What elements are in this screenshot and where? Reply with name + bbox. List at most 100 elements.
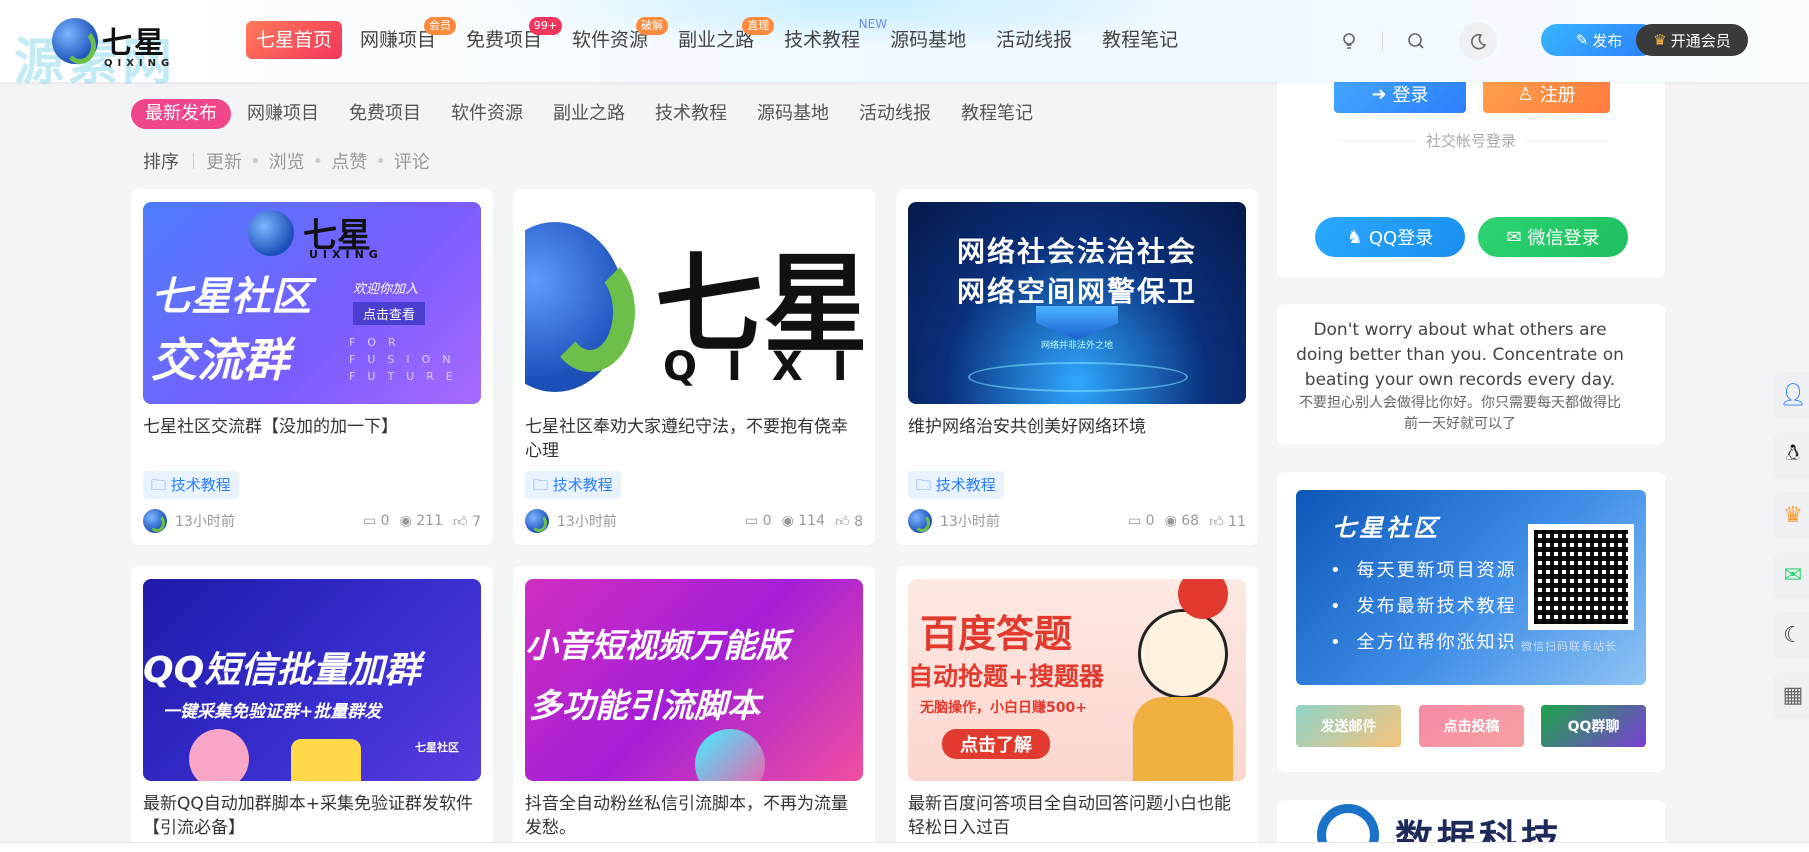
qq-login-button[interactable]: ♞ QQ登录 <box>1315 217 1465 257</box>
header-tools <box>1332 22 1497 60</box>
post-thumbnail[interactable]: QQ短信批量加群 一键采集免验证群+批量群发 七星社区 <box>143 579 481 781</box>
avatar[interactable] <box>525 509 549 533</box>
thumb-line2: 自动抢题+搜题器 <box>908 662 1104 691</box>
post-thumbnail[interactable]: 百度答题 自动抢题+搜题器 无脑操作，小白日赚500+ 点击了解 <box>908 579 1246 781</box>
banner-item: 每天更新项目资源 <box>1330 556 1517 582</box>
post-card[interactable]: QQ短信批量加群 一键采集免验证群+批量群发 七星社区 最新QQ自动加群脚本+采… <box>131 566 493 852</box>
nav-item-wangzhuan[interactable]: 网赚项目 会员 <box>348 17 457 59</box>
site-logo[interactable]: 源素网 七星 QIXING <box>14 14 284 91</box>
sort-bar: 排序 更新 • 浏览 • 点赞 • 评论 <box>143 148 430 174</box>
community-banner[interactable]: 七星社区 每天更新项目资源 发布最新技术教程 全方位帮你涨知识 微信扫码联系站长 <box>1296 490 1646 685</box>
tab-latest[interactable]: 最新发布 <box>131 99 231 129</box>
tab-activity[interactable]: 活动线报 <box>859 99 931 129</box>
post-time: 13小时前 <box>557 514 617 530</box>
post-thumbnail[interactable]: 小音短视频万能版 多功能引流脚本 <box>525 579 863 781</box>
post-tag[interactable]: 🗀 技术教程 <box>908 471 1004 499</box>
nav-item-tutorial[interactable]: 技术教程 NEW <box>772 17 887 59</box>
logo-brand: 七星 <box>102 26 166 61</box>
nav-label: 教程笔记 <box>1102 29 1179 51</box>
post-title[interactable]: 维护网络治安共创美好网络环境 <box>908 415 1246 439</box>
post-meta: 13小时前 ▭ 0 ◉ 68 👍︎ 11 <box>908 508 1246 534</box>
quote-english: Don't worry about what others are doing … <box>1296 320 1624 390</box>
qq-group-button[interactable]: QQ群聊 <box>1541 705 1646 747</box>
qr-code <box>1528 524 1634 630</box>
post-title[interactable]: 七星社区交流群【没加的加一下】 <box>143 415 481 439</box>
shield-icon <box>1036 306 1118 340</box>
nav-item-home[interactable]: 七星首页 <box>246 21 343 59</box>
crown-icon[interactable]: ♛ <box>1773 492 1809 538</box>
moon-icon[interactable]: ☾ <box>1773 612 1809 658</box>
post-tag-label: 技术教程 <box>552 476 613 494</box>
thumb-line1: 七星社区 <box>151 274 311 320</box>
eye-icon: ◉ <box>399 512 412 529</box>
nav-badge: 99+ <box>528 17 563 35</box>
register-label: 注册 <box>1539 85 1576 106</box>
sort-likes[interactable]: 点赞 <box>331 148 367 174</box>
tab-free[interactable]: 免费项目 <box>349 99 421 129</box>
post-tag[interactable]: 🗀 技术教程 <box>525 471 621 499</box>
nav-item-free[interactable]: 免费项目 99+ <box>454 17 563 59</box>
tab-notes[interactable]: 教程笔记 <box>961 99 1033 129</box>
user-icon[interactable]: 👤︎ <box>1773 372 1809 418</box>
moon-icon[interactable] <box>1459 22 1497 60</box>
bulb-icon[interactable] <box>1332 24 1366 58</box>
sort-comments[interactable]: 评论 <box>394 148 430 174</box>
login-icon: ➜ <box>1371 83 1387 105</box>
banner-item: 全方位帮你涨知识 <box>1330 628 1517 654</box>
pencil-icon: ✎ <box>1575 31 1589 49</box>
send-email-button[interactable]: 发送邮件 <box>1296 705 1401 747</box>
tab-tutorial[interactable]: 技术教程 <box>655 99 727 129</box>
nav-item-software[interactable]: 软件资源 破解 <box>560 17 669 59</box>
post-card[interactable]: 百度答题 自动抢题+搜题器 无脑操作，小白日赚500+ 点击了解 最新百度问答项… <box>896 566 1258 852</box>
folder-icon: 🗀 <box>916 476 932 494</box>
post-title[interactable]: 七星社区奉劝大家遵纪守法，不要抱有侥幸心理 <box>525 415 863 463</box>
post-title[interactable]: 抖音全自动粉丝私信引流脚本，不再为流量发愁。 <box>525 792 863 840</box>
nav-item-activity[interactable]: 活动线报 <box>984 21 1084 59</box>
search-icon[interactable] <box>1399 24 1433 58</box>
post-title[interactable]: 最新百度问答项目全自动回答问题小白也能轻松日入过百 <box>908 792 1246 840</box>
view-count: ◉ 211 <box>399 512 443 529</box>
like-count: 👍︎ 8 <box>834 513 863 530</box>
nav-item-source[interactable]: 源码基地 <box>878 21 978 59</box>
folder-icon: 🗀 <box>533 476 549 494</box>
login-label: 登录 <box>1392 85 1429 106</box>
nav-label: 技术教程 <box>784 29 861 51</box>
sort-views[interactable]: 浏览 <box>269 148 305 174</box>
nav-label: 副业之路 <box>678 29 755 51</box>
post-thumbnail[interactable]: 七星 QIXI <box>525 202 863 404</box>
post-card[interactable]: 小音短视频万能版 多功能引流脚本 抖音全自动粉丝私信引流脚本，不再为流量发愁。 <box>513 566 875 852</box>
nav-item-sideline[interactable]: 副业之路 直理 <box>666 17 775 59</box>
post-tag-label: 技术教程 <box>170 476 231 494</box>
thumb-brand: 七星社区 <box>415 741 459 754</box>
eye-icon: ◉ <box>1164 512 1177 529</box>
post-card[interactable]: 七星 UIXING 七星社区 交流群 欢迎你加入 点击查看 FOR FUSION… <box>131 189 493 545</box>
post-card[interactable]: 网络社会法治社会 网络空间网警保卫 网络并非法外之地 维护网络治安共创美好网络环… <box>896 189 1258 545</box>
logo-swoosh <box>545 252 635 372</box>
tab-sideline[interactable]: 副业之路 <box>553 99 625 129</box>
post-thumbnail[interactable]: 七星 UIXING 七星社区 交流群 欢迎你加入 点击查看 FOR FUSION… <box>143 202 481 404</box>
post-tag[interactable]: 🗀 技术教程 <box>143 471 239 499</box>
submit-post-button[interactable]: 点击投稿 <box>1419 705 1524 747</box>
post-title[interactable]: 最新QQ自动加群脚本+采集免验证群发软件【引流必备】 <box>143 792 481 840</box>
thumb-up-icon: 👍︎ <box>834 513 850 530</box>
banner-title: 七星社区 <box>1332 514 1440 542</box>
sort-updated[interactable]: 更新 <box>206 148 242 174</box>
nav-item-notes[interactable]: 教程笔记 <box>1090 21 1190 59</box>
avatar[interactable] <box>908 509 932 533</box>
thumb-en: FOR FUSION FUTURE <box>349 336 465 383</box>
qr-code-icon[interactable]: ▦ <box>1773 672 1809 718</box>
post-thumbnail[interactable]: 网络社会法治社会 网络空间网警保卫 网络并非法外之地 <box>908 202 1246 404</box>
user-icon: ♙ <box>1517 83 1534 105</box>
tab-wangzhuan[interactable]: 网赚项目 <box>247 99 319 129</box>
tab-software[interactable]: 软件资源 <box>451 99 523 129</box>
wechat-login-button[interactable]: ✉ 微信登录 <box>1478 217 1628 257</box>
tab-source[interactable]: 源码基地 <box>757 99 829 129</box>
wechat-icon[interactable]: ✉ <box>1773 552 1809 598</box>
avatar[interactable] <box>143 509 167 533</box>
post-card[interactable]: 七星 QIXI 七星社区奉劝大家遵纪守法，不要抱有侥幸心理 🗀 技术教程 13小… <box>513 189 875 545</box>
thumb-btn: 点击查看 <box>353 302 426 325</box>
qq-icon[interactable]: 🐧︎ <box>1773 432 1809 478</box>
post-time: 13小时前 <box>175 514 235 530</box>
vip-button[interactable]: ♛ 开通会员 <box>1636 24 1748 56</box>
view-count: ◉ 114 <box>781 512 825 529</box>
